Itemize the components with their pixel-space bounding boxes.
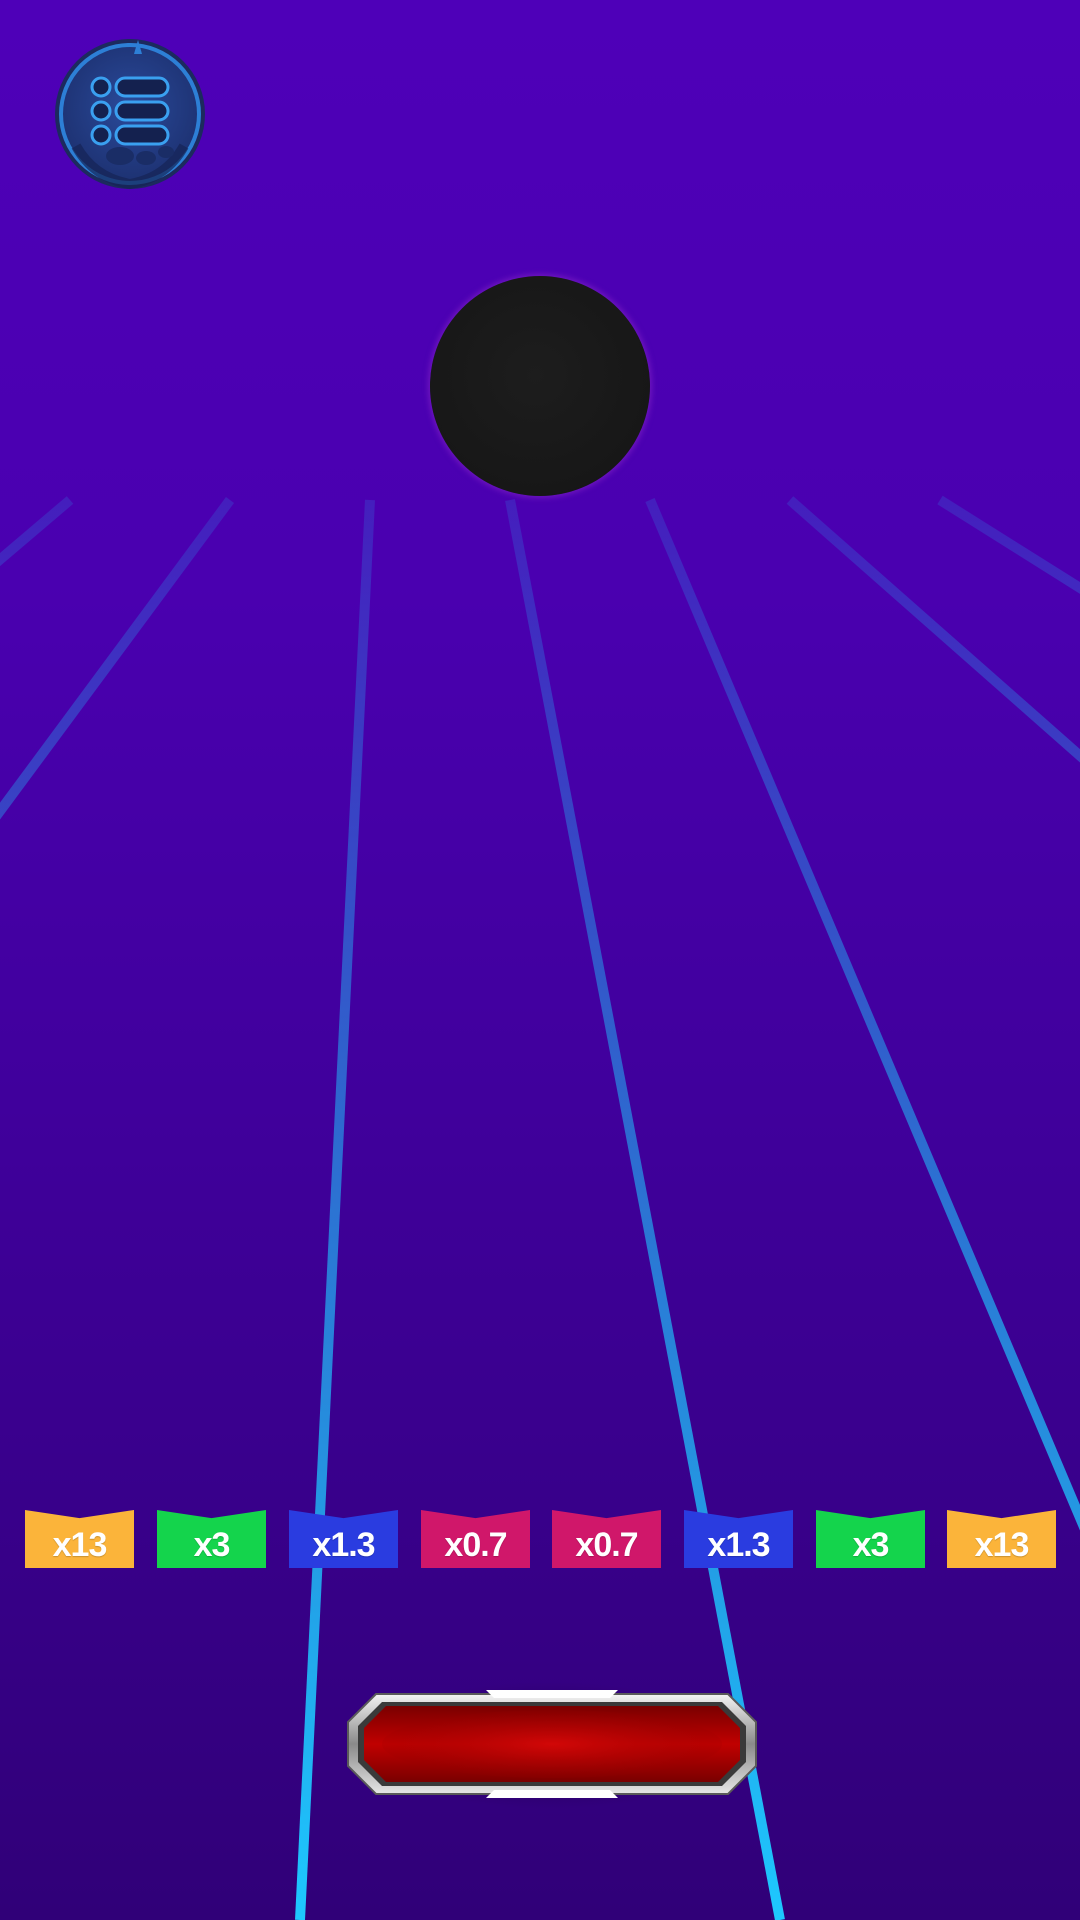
multiplier-slot: x1.3 xyxy=(684,1510,793,1568)
multiplier-label: x3 xyxy=(852,1526,890,1564)
menu-list-icon xyxy=(55,39,205,190)
multiplier-row: x13 x3 x1.3 x0.7 x0.7 x1.3 x3 x13 xyxy=(0,1510,1080,1570)
multiplier-label: x1.3 xyxy=(707,1526,770,1564)
multiplier-slot: x13 xyxy=(25,1510,134,1568)
game-ball xyxy=(430,276,650,496)
multiplier-label: x13 xyxy=(974,1526,1030,1564)
multiplier-slot: x13 xyxy=(947,1510,1056,1568)
multiplier-slot: x3 xyxy=(816,1510,925,1568)
multiplier-label: x0.7 xyxy=(575,1526,638,1564)
menu-button[interactable] xyxy=(54,38,206,190)
multiplier-label: x0.7 xyxy=(444,1526,507,1564)
multiplier-slot: x1.3 xyxy=(289,1510,398,1568)
multiplier-slot: x0.7 xyxy=(552,1510,661,1568)
multiplier-label: x3 xyxy=(193,1526,231,1564)
drop-button[interactable] xyxy=(344,1690,760,1798)
multiplier-slot: x3 xyxy=(157,1510,266,1568)
multiplier-label: x13 xyxy=(52,1526,108,1564)
game-stage: x13 x3 x1.3 x0.7 x0.7 x1.3 x3 x13 xyxy=(0,0,1080,1920)
drop-button-label xyxy=(344,1690,760,1798)
multiplier-label: x1.3 xyxy=(312,1526,375,1564)
multiplier-slot: x0.7 xyxy=(421,1510,530,1568)
